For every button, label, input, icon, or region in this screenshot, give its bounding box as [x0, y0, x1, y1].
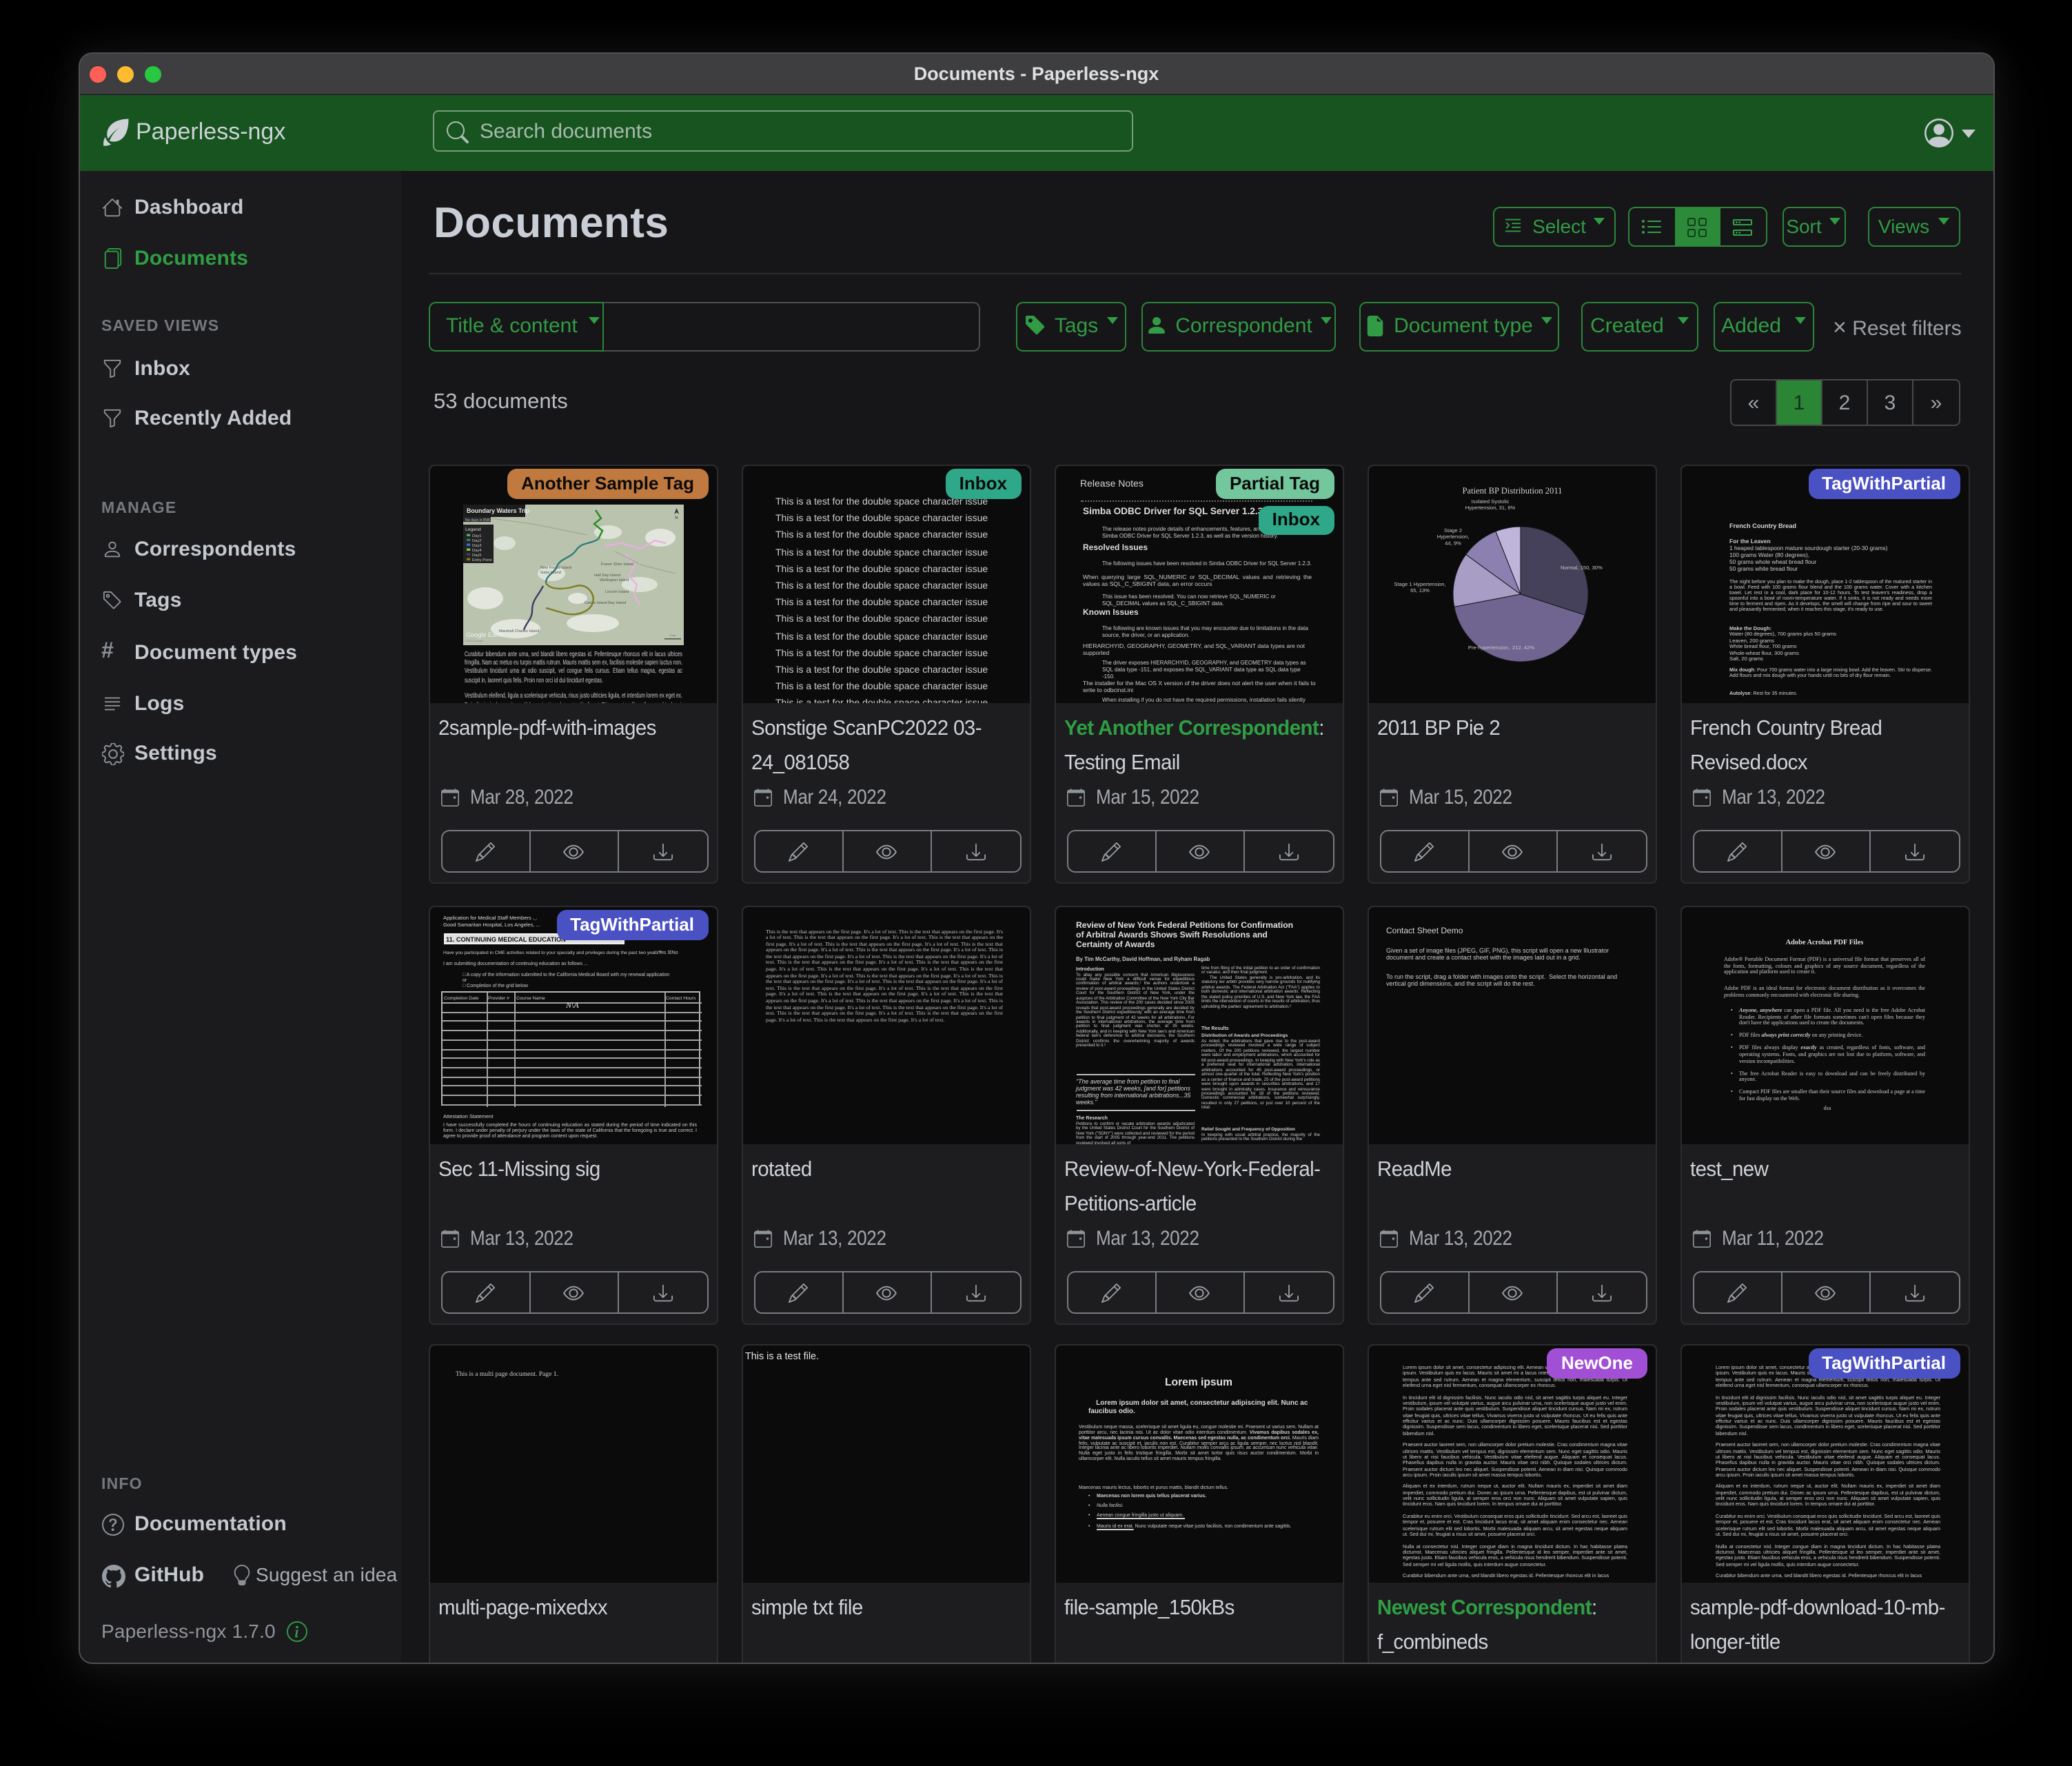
svg-text:©2022 Google: ©2022 Google: [465, 639, 484, 642]
svg-text:Boundary Waters Trip: Boundary Waters Trip: [467, 507, 530, 514]
svg-text:Day4: Day4: [472, 549, 482, 553]
svg-text:2 mi: 2 mi: [670, 633, 676, 637]
svg-text:Pre-hypertension,. 212, 42%: Pre-hypertension,. 212, 42%: [1467, 645, 1534, 651]
svg-text:Stage 1 Hypertension,65, 13%: Stage 1 Hypertension,65, 13%: [1393, 581, 1445, 593]
svg-text:No days in BWCA: No days in BWCA: [465, 518, 494, 522]
svg-text:Half Day Island: Half Day Island: [594, 574, 620, 578]
svg-text:Legend: Legend: [465, 527, 481, 532]
svg-text:Day1: Day1: [472, 534, 482, 538]
svg-text:New Found Island: New Found Island: [540, 566, 571, 570]
svg-text:Day5: Day5: [472, 554, 482, 558]
svg-text:Day3: Day3: [472, 544, 482, 548]
svg-text:Day2: Day2: [472, 539, 482, 543]
svg-text:Gabs Island: Gabs Island: [540, 571, 561, 575]
svg-text:N: N: [675, 516, 678, 520]
svg-text:Isolated SystolicHypertension,: Isolated SystolicHypertension, 31, 6%: [1465, 498, 1515, 511]
svg-text:Google Earth: Google Earth: [466, 631, 503, 638]
svg-text:Stage 2Hypertension,44, 9%: Stage 2Hypertension,44, 9%: [1436, 527, 1469, 546]
svg-text:Normal, 150, 30%: Normal, 150, 30%: [1560, 565, 1602, 571]
svg-text:Patient BP Distribution 2011: Patient BP Distribution 2011: [1462, 486, 1562, 496]
svg-text:Fraser Shire Island: Fraser Shire Island: [601, 562, 633, 567]
svg-text:Entry Point: Entry Point: [472, 558, 492, 562]
svg-text:Lincoln Island: Lincoln Island: [605, 590, 629, 594]
svg-text:Wellington Island: Wellington Island: [600, 578, 629, 582]
svg-text:Marshall Charles Island: Marshall Charles Island: [499, 629, 539, 633]
svg-text:Carlos Island Bay Island: Carlos Island Bay Island: [585, 601, 626, 605]
